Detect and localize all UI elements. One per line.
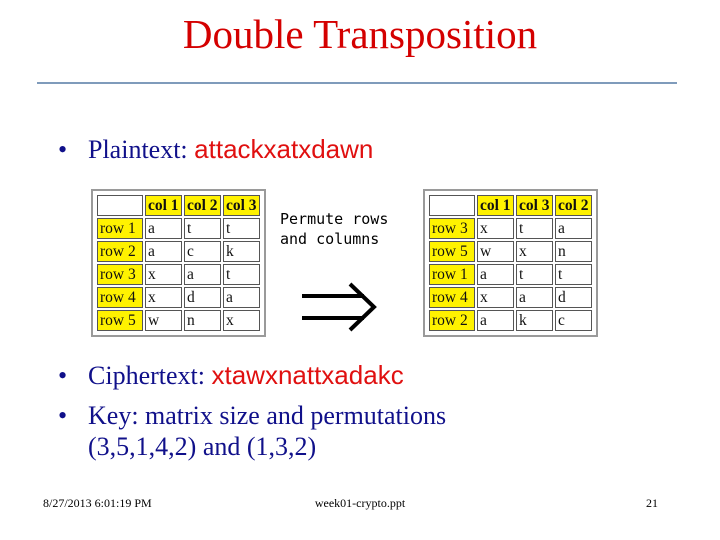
table-cell: n	[184, 310, 221, 331]
column-header: col 1	[145, 195, 182, 216]
row-header: row 5	[429, 241, 475, 262]
ciphertext-value: xtawxnattxadakc	[211, 360, 404, 390]
table-cell: d	[555, 287, 592, 308]
table-cell: x	[477, 218, 514, 239]
table-row: row 5wnx	[97, 310, 260, 331]
table-cell: a	[145, 218, 182, 239]
double-right-arrow-icon	[302, 282, 377, 332]
table-row: row 2ack	[97, 241, 260, 262]
ciphertext-bullet: • Ciphertext: xtawxnattxadakc	[58, 360, 404, 391]
ciphertext-label: Ciphertext:	[88, 361, 205, 390]
table-cell: n	[555, 241, 592, 262]
table-row: row 2akc	[429, 310, 592, 331]
table-before: col 1 col 2 col 3 row 1 a t t row 2 a c k row 3xatr…	[91, 189, 266, 337]
bullet-icon: •	[58, 401, 68, 430]
table-cell: w	[477, 241, 514, 262]
row-header: row 3	[429, 218, 475, 239]
table-header-row: col 1 col 2 col 3	[97, 195, 260, 216]
slide-title: Double Transposition	[182, 11, 538, 57]
column-header: col 1	[477, 195, 514, 216]
footer-filename: week01-crypto.ppt	[314, 496, 406, 510]
table-cell: t	[555, 264, 592, 285]
table-cell: a	[145, 241, 182, 262]
table-cell: w	[145, 310, 182, 331]
row-header: row 4	[97, 287, 143, 308]
column-header: col 3	[516, 195, 553, 216]
table-cell: t	[516, 218, 553, 239]
column-header: col 2	[184, 195, 221, 216]
table-cell: a	[516, 287, 553, 308]
table-cell: t	[184, 218, 221, 239]
caption-line-1: Permute rows	[280, 210, 389, 228]
table-header-row: col 1 col 3 col 2	[429, 195, 592, 216]
table-row: row 1att	[97, 218, 260, 239]
row-header: row 2	[429, 310, 475, 331]
table-cell: a	[555, 218, 592, 239]
arrow-head	[348, 282, 377, 332]
row-header: row 3	[97, 264, 143, 285]
column-header: col 2	[555, 195, 592, 216]
table-row: row 1att	[429, 264, 592, 285]
table-cell: k	[516, 310, 553, 331]
key-bullet: • Key: matrix size and permutations (3,5,…	[58, 400, 446, 462]
column-header: col 3	[223, 195, 260, 216]
title-divider	[37, 82, 677, 84]
key-line-1: Key: matrix size and permutations	[88, 401, 447, 430]
table-after: col 1 col 3 col 2 row 3 x t a row 5 w x n row 1attr…	[423, 189, 598, 337]
table-cell: a	[477, 264, 514, 285]
table-cell: x	[145, 264, 182, 285]
footer-page-number: 21	[646, 496, 658, 510]
table-row: row 5wxn	[429, 241, 592, 262]
table-cell: x	[223, 310, 260, 331]
table-cell: a	[477, 310, 514, 331]
row-header: row 1	[429, 264, 475, 285]
plaintext-label: Plaintext:	[88, 135, 188, 164]
plaintext-value: attackxatxdawn	[194, 134, 374, 164]
table-cell: x	[477, 287, 514, 308]
table-cell: k	[223, 241, 260, 262]
row-header: row 2	[97, 241, 143, 262]
table-cell: c	[555, 310, 592, 331]
table-cell: x	[516, 241, 553, 262]
table-cell: a	[223, 287, 260, 308]
row-header: row 4	[429, 287, 475, 308]
table-cell: t	[223, 218, 260, 239]
table-cell: c	[184, 241, 221, 262]
table-cell: t	[516, 264, 553, 285]
row-header: row 5	[97, 310, 143, 331]
table-cell: a	[184, 264, 221, 285]
table-cell: d	[184, 287, 221, 308]
table-cell: x	[145, 287, 182, 308]
row-header: row 1	[97, 218, 143, 239]
caption-line-2: and columns	[280, 229, 380, 248]
plaintext-bullet: • Plaintext: attackxatxdawn	[58, 134, 373, 165]
table-cell: t	[223, 264, 260, 285]
table-row: row 3xta	[429, 218, 592, 239]
table-corner-cell	[429, 195, 475, 216]
table-row: row 4xda	[97, 287, 260, 308]
key-line-2: (3,5,1,4,2) and (1,3,2)	[88, 432, 317, 462]
bullet-icon: •	[58, 135, 68, 164]
table-row: row 4xad	[429, 287, 592, 308]
table-corner-cell	[97, 195, 143, 216]
permute-caption: Permute rows and columns	[280, 210, 388, 249]
bullet-icon: •	[58, 361, 68, 390]
table-row: row 3xat	[97, 264, 260, 285]
